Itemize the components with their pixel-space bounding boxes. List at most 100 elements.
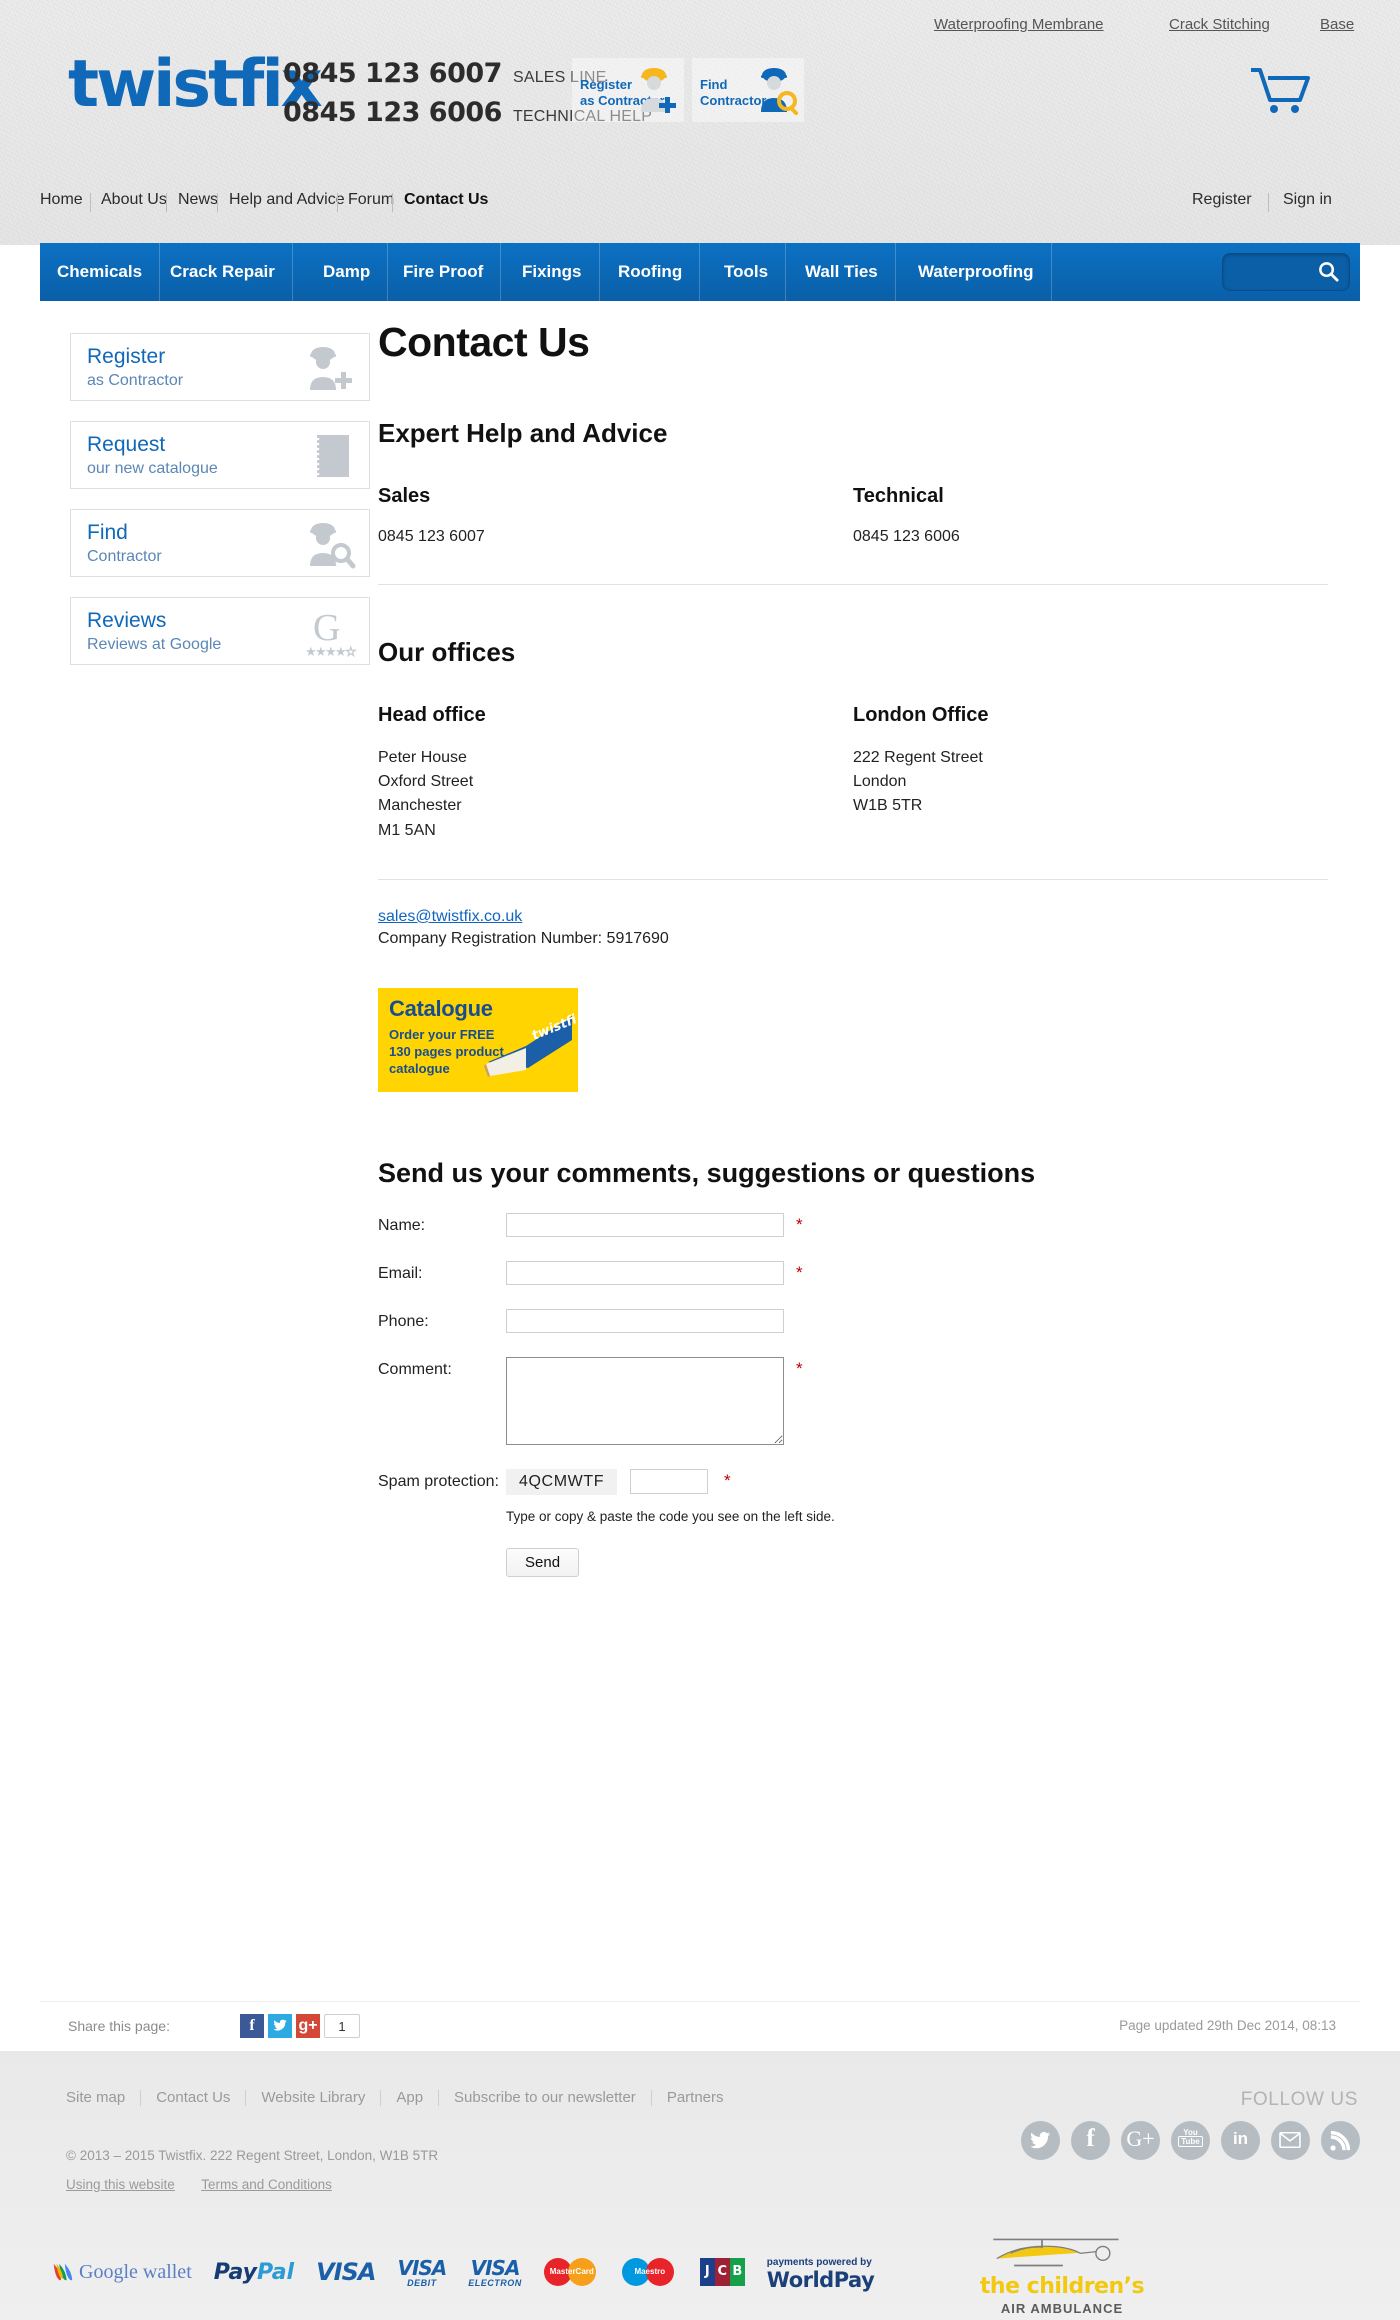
helicopter-icon (962, 2229, 1162, 2274)
header-find-line1: Find (700, 77, 728, 92)
nav-item-sign-in[interactable]: Sign in (1283, 191, 1332, 209)
form-label-spam-protection: Spam protection: (378, 1472, 499, 1490)
nav-item-forum[interactable]: Forum (348, 191, 394, 209)
footer-separator (140, 2089, 142, 2106)
footer-separator (438, 2089, 440, 2106)
worldpay-logo: payments powered by WorldPay (766, 2257, 875, 2290)
nav-item-news[interactable]: News (178, 191, 218, 209)
jcb-label-c: C (714, 2258, 730, 2286)
header-register-contractor-button[interactable]: Register as Contractor (572, 58, 684, 122)
form-row-comment: Comment: * (378, 1356, 1328, 1445)
google-wallet-logo: Google wallet (50, 2258, 192, 2286)
footer-links: Site map Contact Us Website Library App … (66, 2089, 724, 2106)
nav-item-contact-us[interactable]: Contact Us (404, 191, 488, 209)
linkedin-icon[interactable]: in (1221, 2121, 1260, 2160)
required-marker-comment: * (796, 1358, 803, 1378)
catalogue-banner-title: Catalogue (389, 995, 493, 1021)
sales-email-link[interactable]: sales@twistfix.co.uk (378, 908, 522, 925)
nav-item-register[interactable]: Register (1192, 191, 1252, 209)
search-icon[interactable] (1317, 260, 1340, 288)
category-damp[interactable]: Damp (306, 243, 389, 301)
facebook-share-icon[interactable]: f (240, 2014, 264, 2038)
sidebar-card-find-contractor[interactable]: Find Contractor (70, 509, 370, 577)
footer-link-app[interactable]: App (396, 2089, 423, 2106)
category-roofing[interactable]: Roofing (601, 243, 701, 301)
office-head-address: Peter House Oxford Street Manchester M1 … (378, 746, 853, 843)
contact-technical-heading: Technical (853, 485, 944, 507)
category-wall-ties[interactable]: Wall Ties (788, 243, 896, 301)
worldpay-label-small: payments powered by (766, 2257, 872, 2268)
top-link-waterproofing-membrane[interactable]: Waterproofing Membrane (934, 16, 1104, 33)
nav-item-about-us[interactable]: About Us (101, 191, 167, 209)
category-waterproofing[interactable]: Waterproofing (901, 243, 1052, 301)
offices-group: Head office Peter House Oxford Street Ma… (378, 704, 1328, 843)
google-plus-share-icon[interactable]: g+ (296, 2014, 320, 2038)
footer-link-partners[interactable]: Partners (667, 2089, 724, 2106)
nav-item-help-and-advice[interactable]: Help and Advice (229, 191, 345, 209)
contact-numbers-group: Sales 0845 123 6007 Technical 0845 123 6… (378, 485, 1328, 548)
category-fixings[interactable]: Fixings (505, 243, 600, 301)
captcha-code: 4QCMWTF (506, 1468, 618, 1495)
google-plus-icon[interactable]: G+ (1121, 2121, 1160, 2160)
footer-link-using-this-website[interactable]: Using this website (66, 2177, 175, 2192)
footer-copyright: © 2013 – 2015 Twistfix. 222 Regent Stree… (66, 2148, 439, 2163)
share-count: 1 (324, 2014, 360, 2038)
catalogue-banner[interactable]: Catalogue Order your FREE 130 pages prod… (378, 987, 578, 1092)
required-marker-captcha: * (723, 1470, 731, 1490)
category-tools[interactable]: Tools (707, 243, 787, 301)
twitter-share-icon[interactable] (268, 2014, 292, 2038)
captcha-input[interactable] (629, 1468, 708, 1494)
contact-form-title: Send us your comments, suggestions or qu… (378, 1157, 1036, 1188)
category-fire-proof[interactable]: Fire Proof (386, 243, 502, 301)
form-row-name: Name: * (378, 1212, 1328, 1237)
visa-debit-logo: VISA DEBIT (397, 2258, 447, 2288)
footer-link-contact-us[interactable]: Contact Us (156, 2089, 230, 2106)
page-content: Register as Contractor Request our new c… (40, 301, 1360, 2001)
top-link-base[interactable]: Base (1320, 16, 1354, 33)
phone-input[interactable] (506, 1308, 784, 1333)
charity-line-1: the children’s (979, 2274, 1145, 2299)
contact-technical-phone: 0845 123 6006 (853, 528, 960, 545)
paypal-label-a: Pay (213, 2259, 257, 2285)
company-registration: Company Registration Number: 5917690 (378, 929, 669, 947)
share-bar: Share this page: f g+ 1 Page updated 29t… (40, 2001, 1360, 2051)
footer-link-terms-and-conditions[interactable]: Terms and Conditions (201, 2177, 332, 2192)
youtube-icon[interactable]: You Tube (1171, 2121, 1210, 2160)
header-find-contractor-button[interactable]: Find Contractor (692, 58, 804, 122)
category-crack-repair[interactable]: Crack Repair (153, 243, 293, 301)
sidebar-card-reviews[interactable]: Reviews Reviews at Google G ★ ★ ★ ★ ☆ (70, 597, 370, 665)
sidebar-card-find-subtitle: Contractor (87, 548, 162, 565)
form-label-name: Name: (378, 1216, 426, 1234)
main-navigation: Home About Us News Help and Advice Forum… (0, 191, 1400, 229)
email-input[interactable] (506, 1260, 784, 1285)
required-marker-email: * (796, 1262, 803, 1282)
rss-icon[interactable] (1321, 2121, 1360, 2160)
twitter-icon[interactable] (1021, 2121, 1060, 2160)
page-title: Contact Us (378, 319, 590, 365)
visa-logo: VISA (316, 2258, 376, 2286)
site-logo[interactable]: twistfix (68, 52, 323, 117)
email-icon[interactable] (1271, 2121, 1310, 2160)
search-container (1222, 253, 1350, 291)
sidebar-card-register[interactable]: Register as Contractor (70, 333, 370, 401)
nav-item-home[interactable]: Home (40, 191, 83, 209)
footer-link-website-library[interactable]: Website Library (261, 2089, 365, 2106)
nav-separator (166, 193, 167, 212)
footer-link-site-map[interactable]: Site map (66, 2089, 125, 2106)
contact-technical: Technical 0845 123 6006 (853, 485, 1328, 548)
jcb-label-b: B (729, 2258, 745, 2286)
nav-separator (1268, 193, 1269, 212)
charity-line-2: AIR AMBULANCE (1000, 2301, 1124, 2316)
send-button[interactable]: Send (506, 1547, 580, 1577)
shopping-cart-icon[interactable] (1245, 60, 1315, 122)
contractor-search-icon (299, 518, 357, 570)
facebook-icon[interactable]: f (1071, 2121, 1110, 2160)
footer-link-subscribe[interactable]: Subscribe to our newsletter (454, 2089, 636, 2106)
top-link-crack-stitching[interactable]: Crack Stitching (1169, 16, 1270, 33)
name-input[interactable] (506, 1212, 784, 1237)
contact-sales-phone: 0845 123 6007 (378, 528, 485, 545)
sidebar-card-request-catalogue[interactable]: Request our new catalogue (70, 421, 370, 489)
category-chemicals[interactable]: Chemicals (40, 243, 161, 301)
comment-textarea[interactable] (506, 1356, 784, 1445)
maestro-logo: Maestro (621, 2258, 678, 2286)
